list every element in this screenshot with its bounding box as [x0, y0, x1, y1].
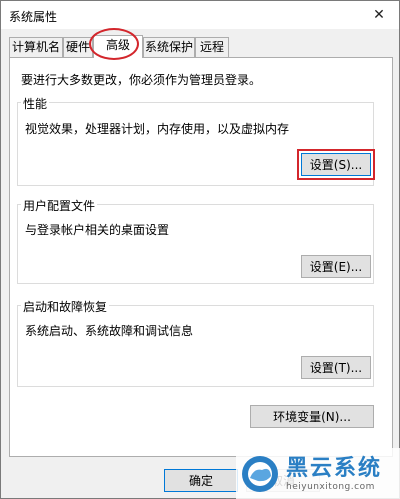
- environment-variables-button[interactable]: 环境变量(N)...: [250, 405, 374, 428]
- user-profiles-description: 与登录帐户相关的桌面设置: [25, 223, 170, 237]
- window-title: 系统属性: [9, 10, 58, 24]
- ok-button[interactable]: 确定: [164, 469, 238, 492]
- performance-group-title: 性能: [21, 95, 50, 112]
- system-properties-dialog: 系统属性 ✕ 计算机名 硬件 高级 系统保护 远程 要进行大多数更改，你必须作为…: [0, 0, 400, 499]
- site-watermark: 黑云系统 heiyunxitong.com: [236, 448, 400, 499]
- tab-hardware[interactable]: 硬件: [63, 37, 93, 57]
- watermark-title: 黑云系统: [286, 455, 383, 481]
- startup-recovery-group-title: 启动和故障恢复: [21, 298, 110, 315]
- user-profiles-settings-button[interactable]: 设置(E)...: [301, 255, 371, 278]
- performance-description: 视觉效果，处理器计划，内存使用，以及虚拟内存: [25, 122, 290, 136]
- tab-strip: 计算机名 硬件 高级 系统保护 远程: [9, 35, 393, 58]
- admin-notice: 要进行大多数更改，你必须作为管理员登录。: [21, 73, 262, 87]
- user-profiles-group: 用户配置文件 与登录帐户相关的桌面设置 设置(E)...: [17, 197, 374, 284]
- startup-recovery-settings-button[interactable]: 设置(T)...: [301, 356, 371, 379]
- startup-recovery-group: 启动和故障恢复 系统启动、系统故障和调试信息 设置(T)...: [17, 298, 374, 387]
- advanced-tab-panel: 要进行大多数更改，你必须作为管理员登录。 性能 视觉效果，处理器计划，内存使用，…: [9, 57, 393, 457]
- startup-recovery-description: 系统启动、系统故障和调试信息: [25, 324, 194, 338]
- user-profiles-group-title: 用户配置文件: [21, 197, 98, 214]
- tab-remote[interactable]: 远程: [195, 37, 229, 57]
- performance-group: 性能 视觉效果，处理器计划，内存使用，以及虚拟内存 设置(S)...: [17, 95, 375, 186]
- tab-system-protection[interactable]: 系统保护: [143, 37, 195, 57]
- close-button[interactable]: ✕: [359, 1, 399, 29]
- title-bar: 系统属性 ✕: [1, 1, 399, 29]
- tab-computer-name[interactable]: 计算机名: [9, 37, 63, 57]
- performance-settings-button[interactable]: 设置(S)...: [301, 153, 371, 176]
- close-icon: ✕: [373, 7, 385, 23]
- watermark-url: heiyunxitong.com: [286, 481, 375, 492]
- cloud-logo-icon: [242, 455, 278, 492]
- tab-advanced[interactable]: 高级: [93, 35, 143, 58]
